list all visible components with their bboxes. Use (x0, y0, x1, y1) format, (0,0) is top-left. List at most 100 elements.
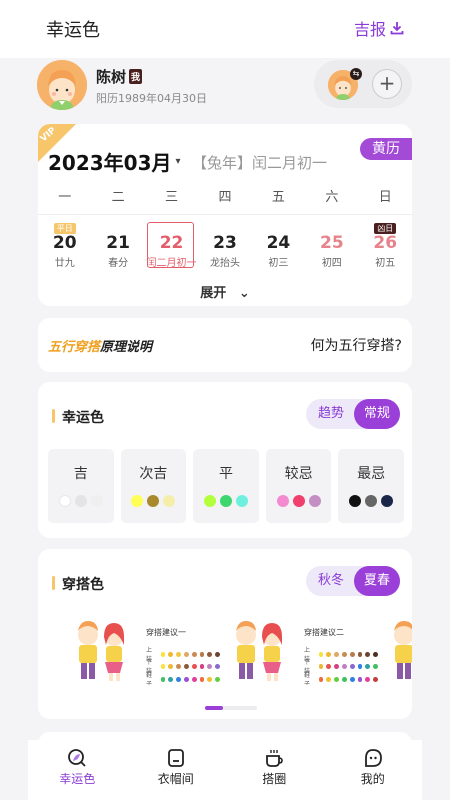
color-swatch (199, 663, 205, 669)
color-swatch (357, 676, 363, 682)
color-swatch (58, 495, 71, 507)
calendar-day-selected[interactable]: 22 闰二月初一 (145, 220, 198, 270)
outfit-suggestion-title: 穿搭建议二 (304, 628, 344, 637)
swap-icon[interactable]: ⇆ (350, 68, 362, 80)
principle-card[interactable]: 五行穿搭原理说明 何为五行穿搭? (38, 318, 412, 372)
tab-trend[interactable]: 趋势 (308, 399, 354, 429)
color-swatch (381, 495, 394, 507)
color-swatch (318, 651, 324, 657)
day-number: 23 (213, 233, 237, 253)
carousel-pager (205, 706, 257, 710)
outfit-color-row: 鞋子 (146, 670, 221, 685)
weekday-label: 一 (58, 190, 72, 205)
lucky-color-tile[interactable]: 最忌 (338, 449, 404, 523)
color-swatch (203, 495, 216, 507)
tab-regular[interactable]: 常规 (354, 399, 400, 429)
good-report-label: 吉报 (353, 20, 386, 39)
weekday-label: 四 (218, 190, 232, 205)
calendar-day[interactable]: 21 春分 (91, 220, 144, 270)
color-swatch (90, 495, 103, 507)
lucky-color-tile[interactable]: 较忌 (265, 449, 332, 523)
color-swatch (365, 651, 371, 657)
tab-circle[interactable]: 搭圈 (225, 740, 324, 800)
garment-label: 鞋子 (304, 672, 311, 685)
color-swatch (341, 663, 347, 669)
outfit-suggestion[interactable] (376, 615, 412, 685)
outfit-suggestion[interactable]: 穿搭建议一 上装 下装 鞋子 (60, 615, 221, 685)
color-swatch (176, 663, 181, 669)
chevron-down-icon: ⌄ (238, 286, 250, 301)
couple-illustration (376, 615, 412, 685)
day-lunar: 龙抬头 (209, 258, 240, 269)
principle-title: 五行穿搭原理说明 (48, 336, 152, 355)
color-swatch (168, 676, 174, 682)
avatar[interactable] (37, 60, 87, 110)
profile-name: 陈树 我 (96, 66, 143, 87)
calendar-day[interactable]: 23 龙抬头 (198, 220, 251, 270)
calendar-day[interactable]: 24 初三 (252, 220, 305, 270)
add-profile-button[interactable]: + (372, 69, 402, 99)
almanac-button[interactable]: 黄历 (360, 138, 412, 160)
color-swatch (74, 495, 87, 507)
color-swatches (338, 495, 404, 507)
color-swatch (191, 651, 197, 657)
self-badge: 我 (129, 69, 143, 84)
good-report-button[interactable]: 吉报 (354, 16, 404, 40)
color-swatch (219, 495, 232, 507)
weekday-label: 三 (165, 190, 179, 205)
color-swatch (176, 651, 181, 657)
tab-label: 衣帽间 (157, 772, 194, 786)
color-swatch (357, 663, 363, 669)
tab-wardrobe[interactable]: 衣帽间 (127, 740, 226, 800)
calendar-day[interactable]: 25 初四 (305, 220, 358, 270)
garment-label: 鞋子 (146, 672, 153, 685)
color-swatch (341, 651, 347, 657)
tab-summer-spring[interactable]: 夏春 (354, 566, 400, 596)
expand-calendar-button[interactable]: 展开 ⌄ (38, 282, 412, 301)
lucky-color-tile[interactable]: 次吉 (120, 449, 187, 523)
lunar-date-header: 【兔年】闰二月初一 (192, 154, 328, 172)
color-swatch (199, 676, 205, 682)
color-swatches (193, 495, 259, 507)
principle-link[interactable]: 何为五行穿搭? (311, 335, 402, 355)
lucky-color-tiles: 吉 次吉 平 较忌 最忌 (48, 449, 404, 523)
calendar-card: VIP 黄历 2023年03月 ▾ 【兔年】闰二月初一 一 二 三 四 五 六 … (38, 124, 412, 306)
weekday-row: 一 二 三 四 五 六 日 (38, 186, 412, 205)
weekday-label: 日 (378, 190, 392, 205)
color-swatch (349, 651, 355, 657)
color-swatch (318, 676, 324, 682)
tile-label: 最忌 (357, 466, 386, 482)
color-swatch (168, 651, 174, 657)
lucky-color-tile[interactable]: 吉 (48, 449, 114, 523)
tab-mine[interactable]: 我的 (324, 740, 423, 800)
day-number: 26 (373, 233, 398, 253)
tab-label: 幸运色 (59, 772, 96, 786)
color-swatch (191, 676, 197, 682)
weekday-label: 六 (325, 190, 339, 205)
day-lunar: 春分 (108, 258, 129, 269)
color-swatches (266, 495, 332, 507)
day-number: 24 (266, 233, 291, 253)
outfit-color-row: 鞋子 (304, 670, 379, 685)
color-swatch (334, 651, 339, 657)
outfit-suggestion[interactable]: 穿搭建议二 上装 下装 鞋子 (218, 615, 379, 685)
outfit-carousel[interactable]: 穿搭建议一 上装 下装 鞋子 穿搭建议二 上装 下装 鞋子 (38, 615, 412, 685)
couple-illustration (60, 615, 140, 685)
color-swatch (308, 495, 321, 507)
tile-label: 较忌 (284, 466, 313, 482)
tab-lucky-color[interactable]: 幸运色 (28, 740, 127, 800)
calendar-day[interactable]: 凶日 26 初五 (359, 220, 412, 270)
color-swatch (349, 663, 355, 669)
color-swatch (357, 651, 363, 657)
tab-autumn-winter[interactable]: 秋冬 (308, 566, 354, 596)
calendar-day[interactable]: 平日 20 廿九 (38, 220, 91, 270)
tab-label: 搭圈 (262, 772, 287, 786)
day-lunar: 初五 (375, 258, 396, 269)
color-swatch (160, 676, 166, 682)
month-picker[interactable]: 2023年03月 ▾ (48, 147, 181, 176)
color-swatch (176, 676, 181, 682)
lucky-color-tile[interactable]: 平 (193, 449, 259, 523)
day-lunar: 初三 (268, 258, 289, 269)
section-title: 幸运色 (52, 407, 104, 427)
color-swatches (48, 495, 114, 507)
